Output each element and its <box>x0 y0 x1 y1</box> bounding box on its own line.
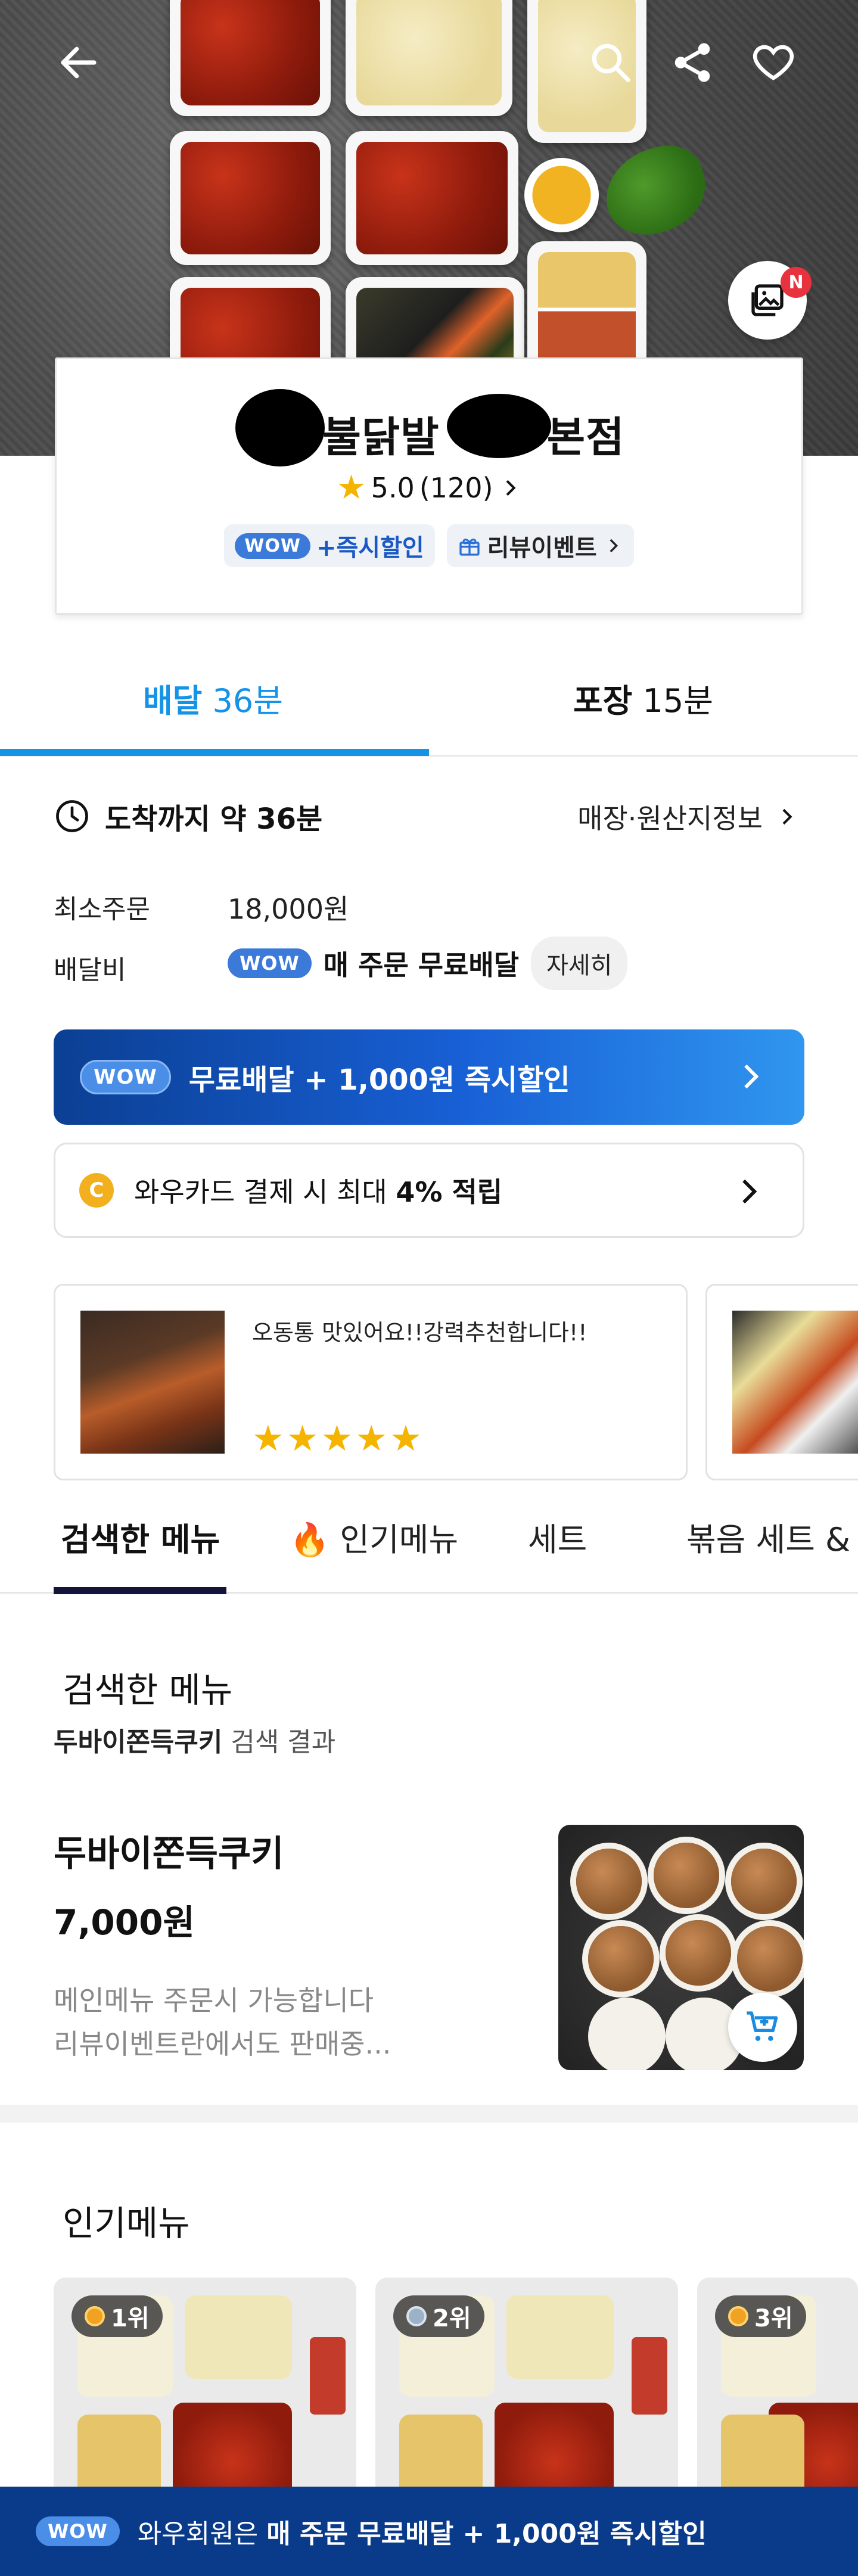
store-origin-info-label: 매장·원산지정보 <box>577 802 763 835</box>
tab-stir-fry-set[interactable]: 볶음 세트 & <box>686 1513 850 1560</box>
tab-set[interactable]: 세트 <box>528 1513 587 1560</box>
wow-badge: WOW <box>228 948 312 978</box>
cookie <box>666 1920 731 1986</box>
clock-icon <box>56 800 88 832</box>
bronze-medal-icon <box>728 2306 748 2326</box>
review-event-chip[interactable]: 리뷰이벤트 <box>446 524 634 567</box>
tab-delivery[interactable]: 배달 36분 <box>143 674 283 721</box>
chevron-right-icon <box>742 1179 757 1204</box>
section-divider <box>0 2105 858 2123</box>
promo-text: 무료배달 + 1,000원 즉시할인 <box>188 1063 570 1097</box>
delivery-fee-row: WOW 매 주문 무료배달 자세히 <box>228 937 628 990</box>
food-tray <box>170 131 331 265</box>
food-tray <box>170 0 331 116</box>
chevron-right-icon <box>610 539 618 553</box>
review-card[interactable]: 오동통 맛있어요!!강력추천합니다!! ★★★★★ <box>54 1284 688 1480</box>
food-tray <box>346 131 518 265</box>
wow-card-banner[interactable]: C 와우카드 결제 시 최대 4% 적립 <box>54 1143 804 1238</box>
store-origin-info-link[interactable]: 매장·원산지정보 <box>577 797 798 836</box>
min-order-value: 18,000원 <box>228 893 349 925</box>
favorite-button[interactable] <box>744 33 803 92</box>
order-mode-tabs: 배달 36분 포장 15분 <box>0 631 858 757</box>
review-photo <box>80 1311 225 1454</box>
wow-badge: WOW <box>80 1060 171 1094</box>
store-info-card: 불닭발 본점 ★ 5.0 (120) WOW +즉시할인 리뷰이벤트 <box>55 357 803 615</box>
redaction-mark <box>447 394 551 458</box>
food-tray <box>346 0 512 116</box>
menu-item-description: 리뷰이벤트란에서도 판매중... <box>54 2028 391 2060</box>
popular-menu-title: 인기메뉴 <box>63 2203 190 2244</box>
searched-menu-title: 검색한 메뉴 <box>63 1670 233 1710</box>
cookie <box>588 1926 654 1992</box>
cookie <box>654 1843 719 1908</box>
cookie-liner <box>594 2003 660 2069</box>
cart-plus-icon <box>747 2011 778 2041</box>
add-to-cart-button[interactable] <box>728 1993 797 2062</box>
gold-medal-icon <box>85 2306 105 2326</box>
review-stars: ★★★★★ <box>252 1418 424 1460</box>
card-banner-text: 와우카드 결제 시 최대 4% 적립 <box>134 1176 503 1208</box>
review-event-label: 리뷰이벤트 <box>487 534 597 562</box>
share-icon <box>674 43 710 82</box>
menu-item-price: 7,000원 <box>54 1902 195 1943</box>
chevron-right-icon <box>506 480 516 496</box>
cookie <box>731 1849 797 1914</box>
cookie <box>576 1849 642 1914</box>
wow-badge: WOW <box>36 2516 120 2546</box>
wow-promo-banner[interactable]: WOW 무료배달 + 1,000원 즉시할인 <box>54 1029 804 1125</box>
redaction-mark <box>235 389 325 466</box>
delivery-detail-button[interactable]: 자세히 <box>531 937 628 990</box>
cookie-liner <box>672 2003 737 2069</box>
side-bowl <box>524 158 599 232</box>
share-button[interactable] <box>663 33 722 92</box>
review-count: (120) <box>419 472 493 504</box>
chevron-right-icon <box>782 808 792 825</box>
wow-badge: WOW <box>235 533 310 559</box>
arrival-time: 도착까지 약 36분 <box>54 795 322 837</box>
menu-item-name[interactable]: 두바이쫀득쿠키 <box>54 1825 284 1877</box>
tab-pickup[interactable]: 포장 15분 <box>573 674 713 721</box>
new-badge: N <box>781 267 812 298</box>
wow-discount-chip[interactable]: WOW +즉시할인 <box>224 524 435 567</box>
chevron-right-icon <box>744 1064 759 1089</box>
cookie <box>737 1926 803 1992</box>
menu-category-tabs: 검색한 메뉴 🔥 인기메뉴 세트 볶음 세트 & <box>0 1489 858 1594</box>
min-order-label: 최소주문 <box>54 894 150 925</box>
silver-medal-icon <box>406 2306 427 2326</box>
gift-icon <box>459 539 480 556</box>
delivery-fee-label: 배달비 <box>54 955 126 985</box>
delivery-fee-value: 매 주문 무료배달 <box>323 949 520 981</box>
coin-icon: C <box>79 1173 114 1208</box>
review-card[interactable] <box>705 1284 858 1480</box>
active-tab-indicator <box>54 1587 226 1594</box>
heart-icon <box>753 45 794 80</box>
wow-member-banner[interactable]: WOW 와우회원은 매 주문 무료배달 + 1,000원 즉시할인 <box>0 2487 858 2576</box>
search-result-label: 두바이쫀득쿠키 검색 결과 <box>54 1727 336 1757</box>
tab-popular-menu[interactable]: 🔥 인기메뉴 <box>290 1513 458 1560</box>
tab-searched-menu[interactable]: 검색한 메뉴 <box>61 1513 220 1560</box>
rating-value: 5.0 <box>371 472 415 504</box>
wow-member-text: 와우회원은 매 주문 무료배달 + 1,000원 즉시할인 <box>137 2519 707 2549</box>
active-tab-indicator <box>0 749 429 756</box>
rank-badge: 3위 <box>715 2295 806 2337</box>
star-icon: ★ <box>336 468 366 507</box>
rank-badge: 2위 <box>393 2295 484 2337</box>
search-icon <box>592 43 630 82</box>
arrival-text: 도착까지 약 36분 <box>105 802 323 836</box>
menu-item-description: 메인메뉴 주문시 가능합니다 <box>54 1984 374 2017</box>
review-photo <box>732 1311 858 1454</box>
review-text: 오동통 맛있어요!!강력추천합니다!! <box>252 1320 587 1346</box>
back-button[interactable] <box>49 33 108 92</box>
store-name: 불닭발 본점 <box>322 413 625 462</box>
rating-link[interactable]: ★ 5.0 (120) <box>57 471 801 505</box>
search-button[interactable] <box>581 33 641 92</box>
arrow-left-icon <box>61 46 97 79</box>
discount-label: +즉시할인 <box>316 534 424 562</box>
rank-badge: 1위 <box>72 2295 163 2337</box>
